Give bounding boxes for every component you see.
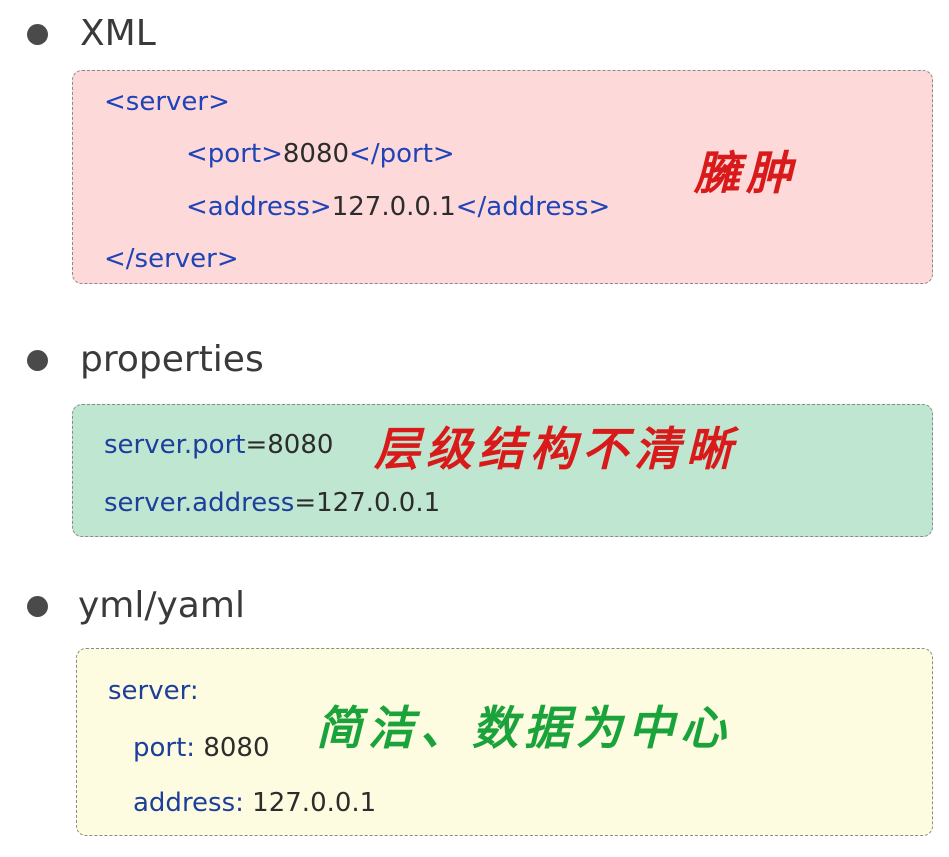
properties-port-key: server.port [104,430,246,460]
properties-port-value: =8080 [245,430,334,460]
xml-address-close: </address> [455,192,611,222]
properties-note: 层级结构不清晰 [374,422,738,476]
xml-server-open: <server> [104,87,230,117]
xml-port-open: <port> [186,139,283,169]
xml-port-line: <port>8080</port> [186,141,455,167]
properties-address-line: server.address=127.0.0.1 [104,490,440,516]
yml-port-line: port: 8080 [133,735,270,761]
properties-address-value: =127.0.0.1 [294,488,441,518]
yml-port-value: 8080 [203,733,270,763]
yml-address-key: address: [133,788,244,818]
xml-address-open: <address> [186,192,332,222]
properties-address-key: server.address [104,488,295,518]
yml-address-value: 127.0.0.1 [252,788,377,818]
yml-note: 简洁、数据为中心 [316,701,732,755]
bullet-properties [27,350,48,371]
xml-address-value: 127.0.0.1 [331,192,456,222]
heading-properties: properties [80,339,264,380]
yml-address-line: address: 127.0.0.1 [133,790,376,816]
xml-port-close: </port> [349,139,455,169]
bullet-yml [27,596,48,617]
yml-server-key: server: [108,676,199,706]
xml-address-line: <address>127.0.0.1</address> [186,194,610,220]
properties-port-line: server.port=8080 [104,432,333,458]
yml-port-key: port: [133,733,196,763]
heading-xml: XML [80,13,156,54]
xml-server-close: </server> [104,244,239,274]
xml-note: 臃肿 [694,146,798,200]
bullet-xml [27,24,48,45]
heading-yml: yml/yaml [78,585,245,626]
xml-port-value: 8080 [282,139,350,169]
